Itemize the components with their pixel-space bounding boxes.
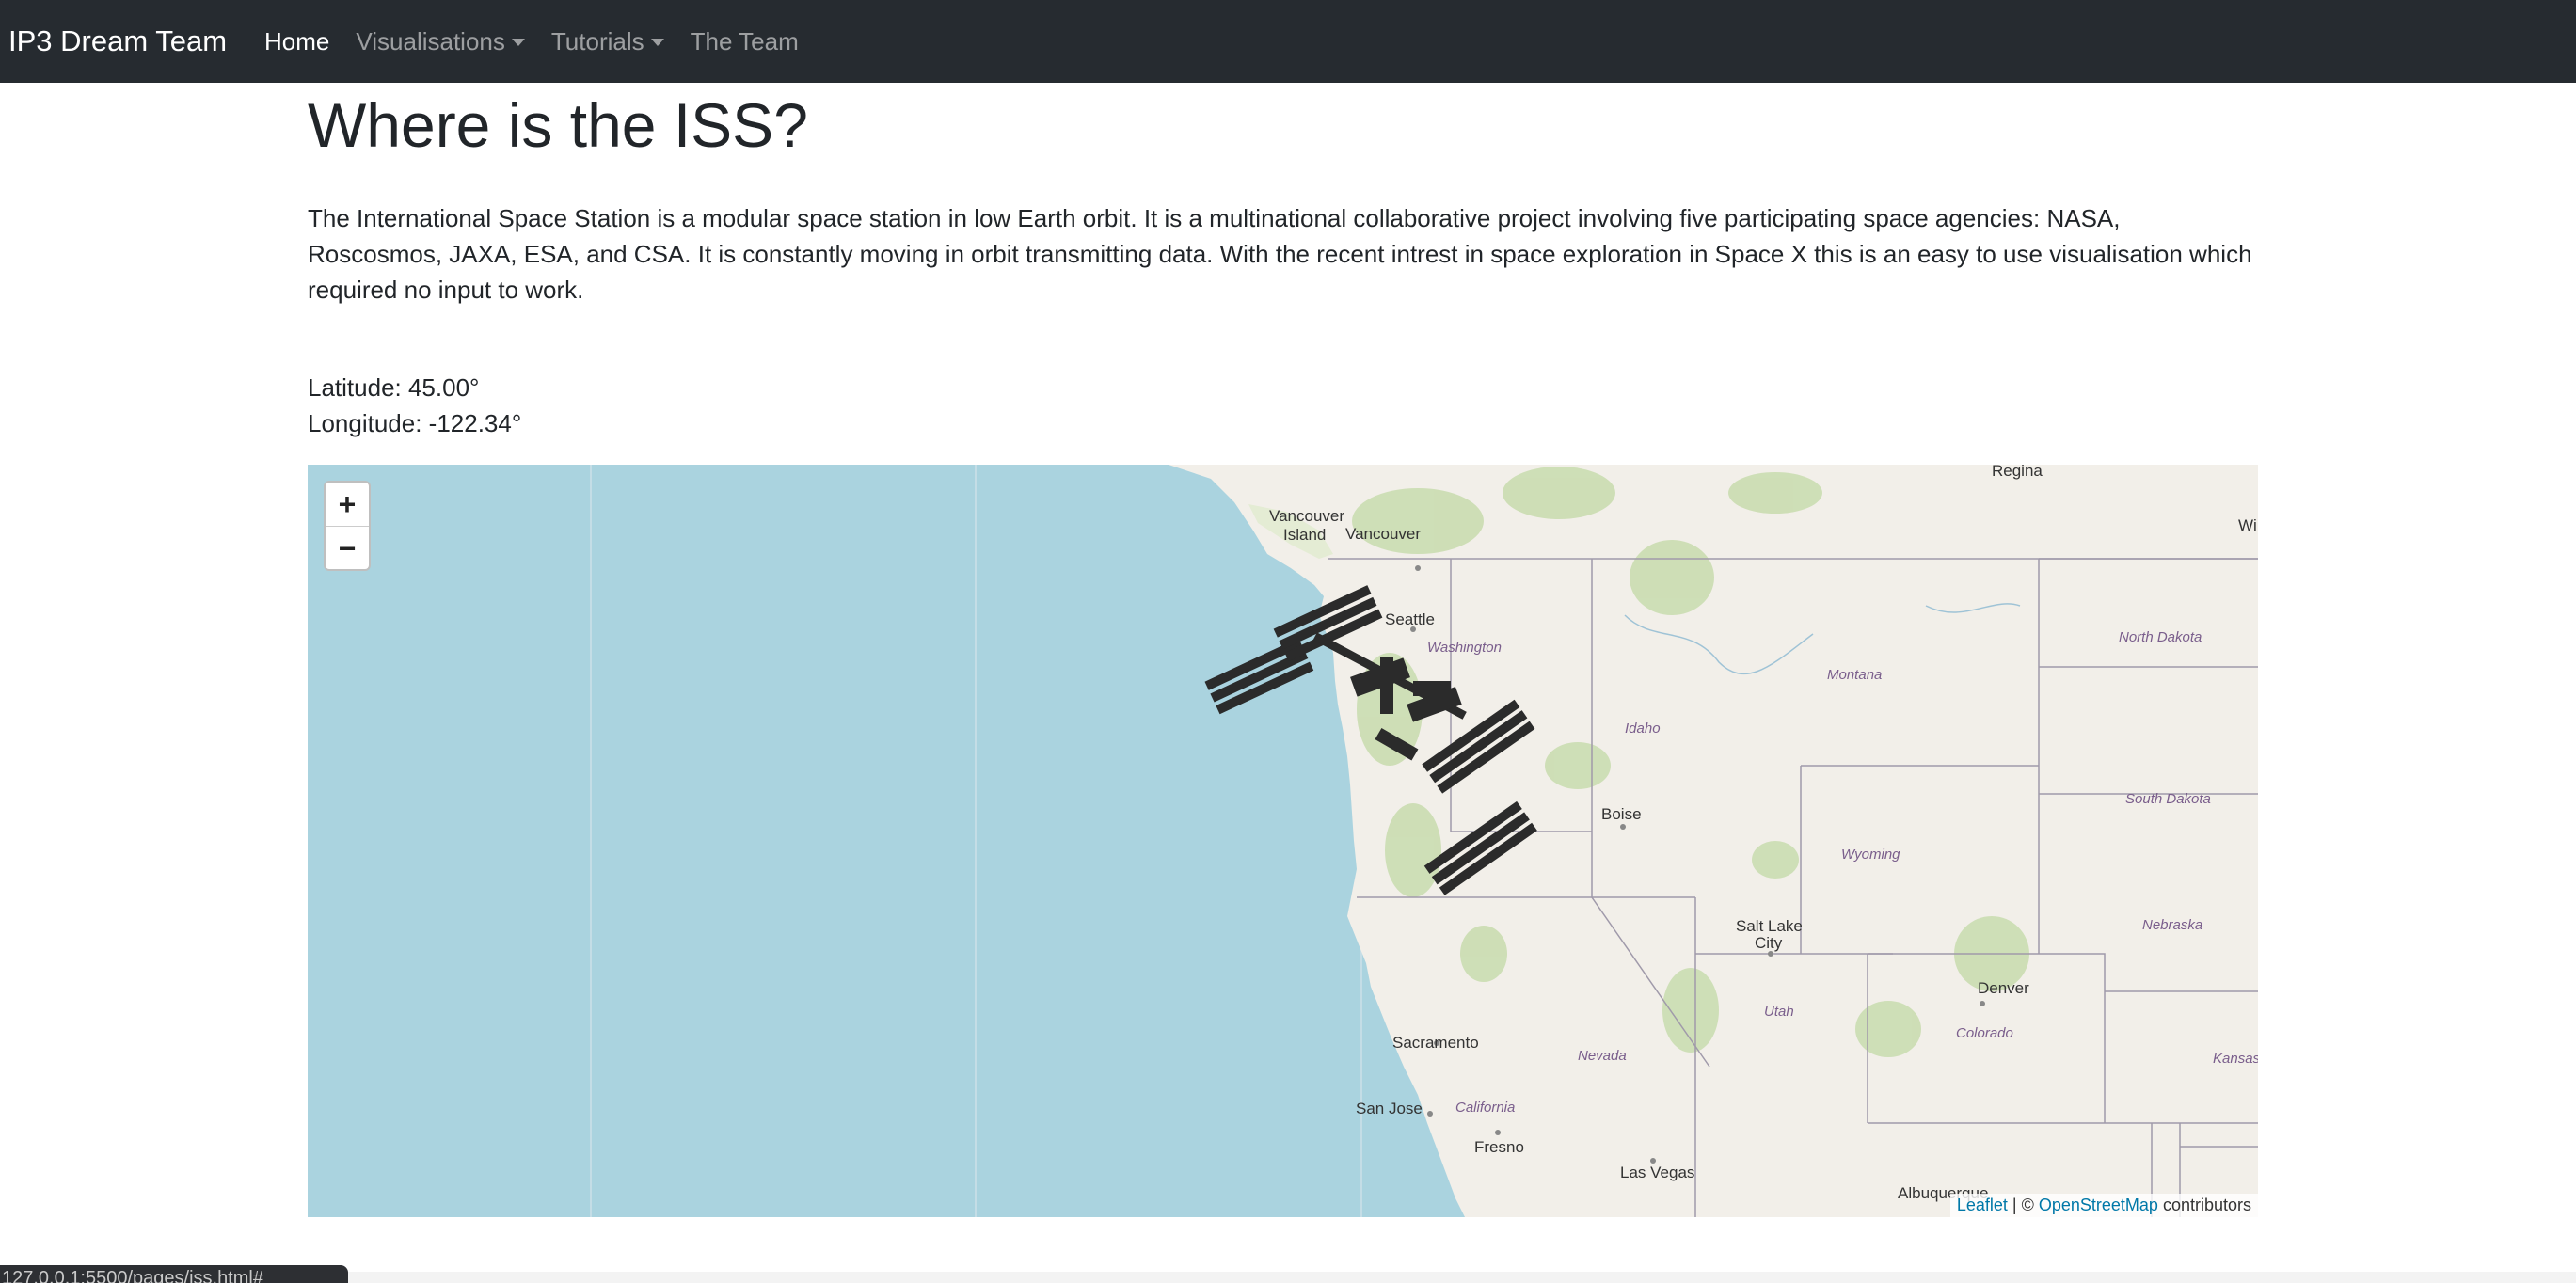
label-vancouver-island-1: Vancouver (1269, 507, 1344, 525)
latitude-text: Latitude: 45.00° (308, 373, 480, 402)
intro-paragraph: The International Space Station is a mod… (308, 204, 2252, 304)
openstreetmap-link[interactable]: OpenStreetMap (2039, 1196, 2158, 1214)
attribution-suffix: contributors (2157, 1196, 2251, 1214)
label-north-dakota: North Dakota (2119, 629, 2202, 645)
nav-item-tutorials-label: Tutorials (550, 26, 644, 55)
label-south-dakota: South Dakota (2125, 791, 2211, 807)
label-utah: Utah (1764, 1004, 1794, 1020)
map-attribution: Leaflet | © OpenStreetMap contributors (1949, 1194, 2258, 1217)
label-washington: Washington (1427, 640, 1502, 656)
navbar: IP3 Dream Team Home Visualisations Tutor… (0, 0, 2576, 83)
page-bottom (0, 1272, 2576, 1283)
label-idaho: Idaho (1625, 721, 1661, 737)
nav-item-visualisations[interactable]: Visualisations (356, 27, 525, 56)
label-colorado: Colorado (1956, 1025, 2013, 1041)
zoom-out-button[interactable]: − (326, 527, 369, 569)
attribution-separator: | © (2007, 1196, 2039, 1214)
iss-map[interactable]: Vancouver Island Vancouver Regina Wi Sea… (308, 465, 2258, 1217)
label-wi: Wi (2238, 516, 2257, 534)
chevron-down-icon (511, 39, 525, 46)
label-regina: Regina (1992, 465, 2043, 480)
label-vancouver: Vancouver (1345, 525, 1421, 543)
label-montana: Montana (1827, 667, 1882, 683)
label-nebraska: Nebraska (2142, 917, 2202, 933)
nav-item-home-label: Home (264, 26, 330, 55)
label-wyoming: Wyoming (1841, 847, 1900, 863)
longitude-text: Longitude: -122.34° (308, 409, 522, 437)
chevron-down-icon (650, 39, 664, 46)
label-san-jose: San Jose (1356, 1100, 1423, 1117)
nav-item-home[interactable]: Home (264, 27, 329, 56)
label-boise: Boise (1601, 805, 1642, 823)
label-salt-lake-2: City (1755, 934, 1783, 952)
coordinates-readout: Latitude: 45.00° Longitude: -122.34° (308, 370, 521, 441)
nav-item-tutorials[interactable]: Tutorials (551, 27, 664, 56)
nav-item-visualisations-label: Visualisations (356, 26, 505, 55)
label-kansas: Kansas (2213, 1051, 2258, 1067)
label-california: California (1455, 1100, 1515, 1116)
label-nevada: Nevada (1578, 1048, 1627, 1064)
label-denver: Denver (1978, 979, 2029, 997)
zoom-in-button[interactable]: + (326, 483, 369, 527)
page-title: Where is the ISS? (308, 90, 808, 160)
label-fresno: Fresno (1474, 1138, 1524, 1156)
zoom-control: + − (324, 481, 371, 571)
nav-item-the-team-label: The Team (690, 26, 799, 55)
label-salt-lake-1: Salt Lake (1736, 917, 1803, 935)
nav-item-the-team[interactable]: The Team (691, 27, 799, 56)
label-las-vegas: Las Vegas (1620, 1164, 1694, 1181)
navbar-brand[interactable]: IP3 Dream Team (8, 24, 227, 58)
leaflet-link[interactable]: Leaflet (1957, 1196, 2008, 1214)
label-seattle: Seattle (1385, 610, 1435, 628)
browser-status-url: 127.0.0.1:5500/pages/iss.html# (0, 1265, 348, 1283)
label-sacramento: Sacramento (1392, 1034, 1479, 1052)
label-vancouver-island-2: Island (1283, 526, 1326, 544)
map-tiles: Vancouver Island Vancouver Regina Wi Sea… (590, 465, 2258, 1217)
